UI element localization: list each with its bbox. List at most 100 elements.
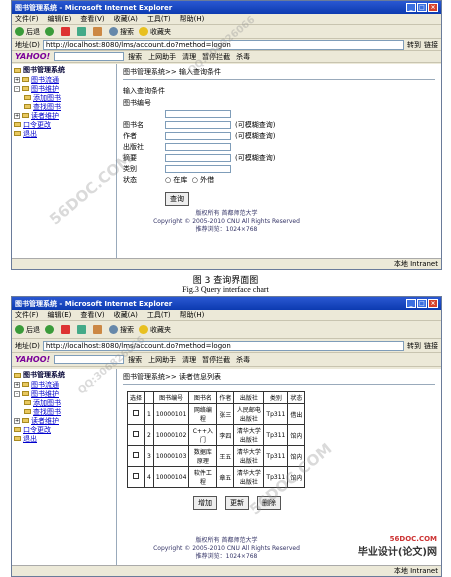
address-input[interactable]: http://localhost:8080/lms/account.do?met…: [42, 340, 404, 351]
sidebar-item-add-book[interactable]: 添加图书: [14, 93, 114, 102]
radio-in-library[interactable]: ○ 在库: [165, 175, 187, 185]
category-input[interactable]: [165, 165, 231, 173]
page-icon: [14, 427, 21, 432]
home-button[interactable]: [93, 27, 104, 36]
stop-icon: [61, 325, 70, 334]
minimize-icon[interactable]: _: [406, 299, 416, 308]
menu-tools[interactable]: 工具(T): [147, 310, 171, 320]
sidebar-item-maintenance[interactable]: - 图书维护: [14, 389, 114, 398]
expand-icon[interactable]: +: [14, 417, 20, 424]
sidebar-item-logout[interactable]: 退出: [14, 129, 114, 138]
field-book-id: 图书编号: [123, 99, 151, 107]
menu-edit[interactable]: 编辑(E): [48, 14, 72, 24]
menu-tools[interactable]: 工具(T): [147, 14, 171, 24]
refresh-button[interactable]: [77, 325, 88, 334]
yahoo-kill-button[interactable]: 杀毒: [236, 355, 250, 365]
sidebar-item-find-book[interactable]: 查找图书: [14, 102, 114, 111]
add-button[interactable]: 增加: [193, 496, 217, 510]
menu-view[interactable]: 查看(V): [80, 14, 104, 24]
favorites-button[interactable]: 收藏夹: [139, 27, 171, 37]
window-title: 图书管理系统 - Microsoft Internet Explorer: [15, 299, 173, 308]
menu-help[interactable]: 帮助(H): [180, 310, 205, 320]
forward-button[interactable]: [45, 27, 56, 36]
table-row: 4 10000104 软件工程 章五 清华大学出版社 Tp311 馆内: [126, 466, 306, 488]
stop-button[interactable]: [61, 27, 72, 36]
yahoo-clean-button[interactable]: 清理: [182, 52, 196, 62]
stop-button[interactable]: [61, 325, 72, 334]
yahoo-search-button[interactable]: 搜索: [128, 355, 142, 365]
go-button[interactable]: 转到: [407, 40, 421, 50]
radio-lent-out[interactable]: ○ 外借: [192, 175, 214, 185]
menu-view[interactable]: 查看(V): [80, 310, 104, 320]
address-label: 地址(D): [15, 341, 40, 350]
menu-file[interactable]: 文件(F): [15, 310, 39, 320]
search-button[interactable]: 搜索: [109, 27, 134, 37]
links-button[interactable]: 链接: [424, 341, 438, 351]
collapse-icon[interactable]: -: [14, 85, 20, 92]
forward-arrow-icon: [45, 27, 54, 36]
search-button[interactable]: 搜索: [109, 325, 134, 335]
menu-favorites[interactable]: 收藏(A): [114, 310, 138, 320]
query-button[interactable]: 查询: [165, 192, 189, 206]
yahoo-block-button[interactable]: 暂停拦截: [202, 355, 230, 365]
sidebar-item-find-book[interactable]: 查找图书: [14, 407, 114, 416]
row-checkbox[interactable]: [133, 473, 139, 479]
address-input[interactable]: http://localhost:8080/lms/account.do?met…: [42, 39, 404, 50]
forward-button[interactable]: [45, 325, 56, 334]
address-label: 地址(D): [15, 40, 40, 49]
folder-icon: [22, 113, 29, 118]
yahoo-search-input[interactable]: [54, 52, 125, 61]
maximize-icon[interactable]: □: [417, 299, 427, 308]
close-icon[interactable]: ×: [428, 299, 438, 308]
yahoo-search-input[interactable]: [54, 355, 125, 364]
field-book-id-input-row: [123, 109, 435, 119]
yahoo-assist-button[interactable]: 上网助手: [148, 52, 176, 62]
go-button[interactable]: 转到: [407, 341, 421, 351]
favorites-button[interactable]: 收藏夹: [139, 325, 171, 335]
sidebar-item-circulation[interactable]: + 图书流通: [14, 75, 114, 84]
sidebar-item-maintenance[interactable]: - 图书维护: [14, 84, 114, 93]
yahoo-search-button[interactable]: 搜索: [128, 52, 142, 62]
yahoo-block-button[interactable]: 暂停拦截: [202, 52, 230, 62]
book-id-input[interactable]: [165, 110, 231, 118]
row-checkbox[interactable]: [133, 431, 139, 437]
yahoo-kill-button[interactable]: 杀毒: [236, 52, 250, 62]
sidebar-item-add-book[interactable]: 添加图书: [14, 398, 114, 407]
home-button[interactable]: [93, 325, 104, 334]
expand-icon[interactable]: +: [14, 381, 20, 388]
close-icon[interactable]: ×: [428, 3, 438, 12]
links-button[interactable]: 链接: [424, 40, 438, 50]
sidebar-item-logout[interactable]: 退出: [14, 434, 114, 443]
menu-help[interactable]: 帮助(H): [180, 14, 205, 24]
col-select: 选择: [126, 391, 146, 404]
back-button[interactable]: 后退: [15, 325, 40, 335]
back-arrow-icon: [15, 325, 24, 334]
col-author: 作者: [216, 391, 235, 404]
menu-favorites[interactable]: 收藏(A): [114, 14, 138, 24]
back-button[interactable]: 后退: [15, 27, 40, 37]
book-name-input[interactable]: [165, 121, 231, 129]
menu-edit[interactable]: 编辑(E): [48, 310, 72, 320]
expand-icon[interactable]: +: [14, 76, 20, 83]
minimize-icon[interactable]: _: [406, 3, 416, 12]
col-index: [144, 391, 154, 404]
table-row: 1 10000101 网络编程 张三 人民邮电出版社 Tp311 借出: [126, 403, 306, 425]
update-button[interactable]: 更新: [225, 496, 249, 510]
maximize-icon[interactable]: □: [417, 3, 427, 12]
row-checkbox[interactable]: [133, 410, 139, 416]
folder-icon: [22, 86, 29, 91]
abstract-input[interactable]: [165, 154, 231, 162]
author-input[interactable]: [165, 132, 231, 140]
expand-icon[interactable]: +: [14, 112, 20, 119]
publisher-input[interactable]: [165, 143, 231, 151]
sidebar-item-circulation[interactable]: + 图书流通: [14, 380, 114, 389]
row-checkbox[interactable]: [133, 452, 139, 458]
status-bar: 本地 Intranet: [12, 565, 441, 576]
menu-file[interactable]: 文件(F): [15, 14, 39, 24]
refresh-button[interactable]: [77, 27, 88, 36]
delete-button[interactable]: 删除: [257, 496, 281, 510]
collapse-icon[interactable]: -: [14, 390, 20, 397]
yahoo-assist-button[interactable]: 上网助手: [148, 355, 176, 365]
folder-icon: [14, 373, 21, 378]
yahoo-clean-button[interactable]: 清理: [182, 355, 196, 365]
